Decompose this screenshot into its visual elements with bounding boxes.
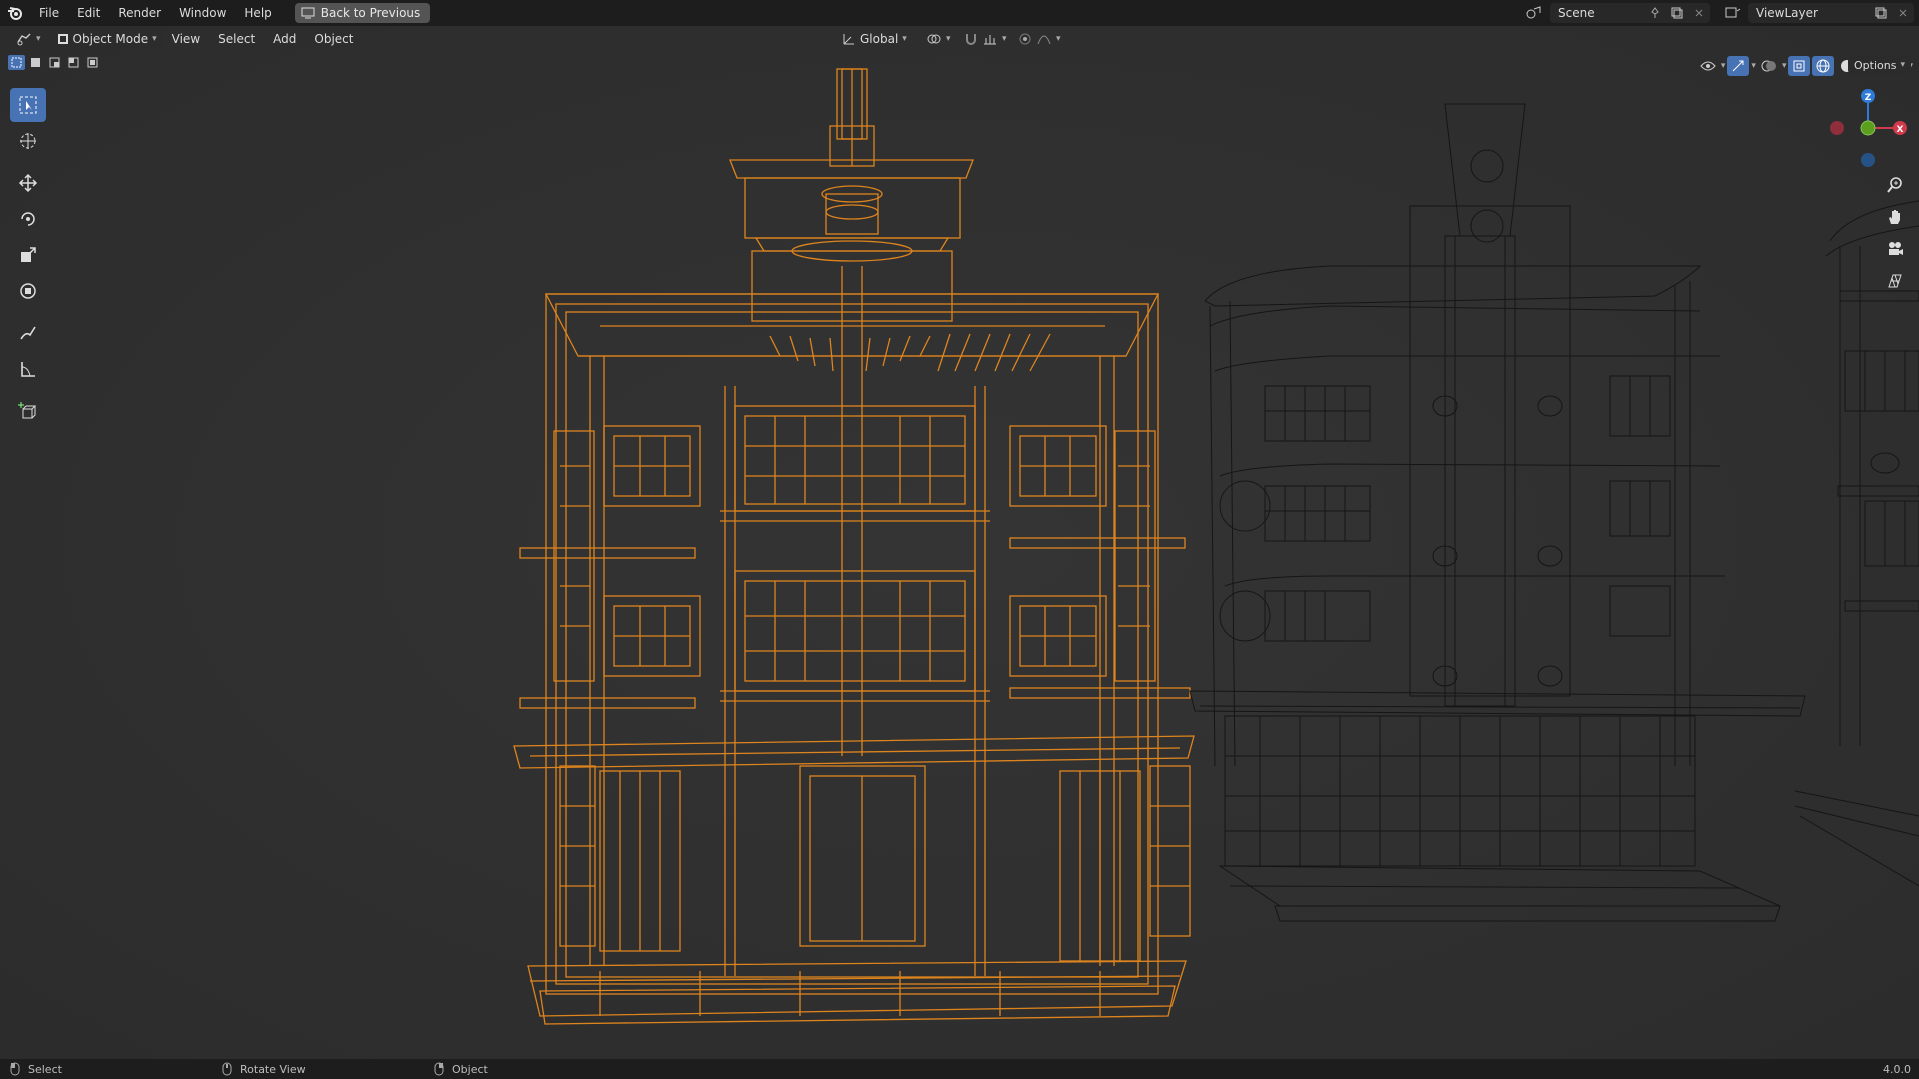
version-label: 4.0.0 [1883, 1062, 1911, 1076]
object-mode-label: Object Mode [72, 32, 149, 46]
status-bar: Select Rotate View Object 4.0.0 [0, 1059, 1919, 1079]
snap-grid-icon [984, 35, 996, 45]
view-layer-icon[interactable] [1722, 3, 1744, 23]
gizmo-z-label: Z [1865, 93, 1872, 103]
rotate-tool-icon[interactable] [10, 202, 46, 236]
shading-wireframe-icon[interactable] [1812, 56, 1835, 76]
new-scene-icon[interactable] [1666, 3, 1688, 23]
menu-render[interactable]: Render [109, 2, 170, 24]
chevron-down-icon: ▾ [902, 34, 907, 44]
gizmo-toggle-icon[interactable] [1727, 56, 1750, 76]
status-select: Select [10, 1062, 62, 1076]
view-layer-field[interactable]: ViewLayer [1748, 3, 1914, 23]
menu-file[interactable]: File [30, 2, 68, 24]
select-extend-icon[interactable] [27, 55, 44, 70]
options-dropdown[interactable]: Options ▾ [1848, 56, 1911, 74]
object-mode-icon [57, 34, 68, 44]
camera-view-icon[interactable] [1882, 236, 1908, 262]
editor-type-dropdown[interactable]: ▾ [10, 29, 47, 49]
magnet-icon [966, 34, 976, 45]
options-label: Options [1854, 58, 1897, 72]
ortho-grid-icon[interactable] [1882, 268, 1908, 294]
pin-icon[interactable] [1644, 3, 1666, 23]
scene-name: Scene [1558, 6, 1595, 20]
menu-view[interactable]: View [163, 32, 209, 46]
selection-mode-buttons [8, 55, 101, 70]
mouse-right-icon [434, 1062, 444, 1076]
snapping-controls[interactable]: ▾ [958, 29, 1013, 49]
status-rotate-label: Rotate View [240, 1062, 306, 1076]
menu-help[interactable]: Help [235, 2, 280, 24]
gizmo-x-label: X [1897, 125, 1904, 135]
chevron-down-icon: ▾ [36, 34, 41, 44]
xray-toggle-icon[interactable] [1788, 56, 1811, 76]
chevron-down-icon: ▾ [1900, 60, 1905, 70]
select-intersect-icon[interactable] [84, 55, 101, 70]
tool-shelf [10, 88, 46, 430]
menu-edit[interactable]: Edit [68, 2, 109, 24]
status-object-label: Object [452, 1062, 488, 1076]
status-object: Object [434, 1062, 488, 1076]
version-info: 4.0.0 [1883, 1063, 1911, 1076]
scale-tool-icon[interactable] [10, 238, 46, 272]
pivot-point-dropdown[interactable]: ▾ [920, 29, 957, 49]
transform-orientation-dropdown[interactable]: Global ▾ [836, 29, 913, 49]
move-tool-icon[interactable] [10, 166, 46, 200]
object-mode-dropdown[interactable]: Object Mode ▾ [50, 29, 163, 49]
measure-tool-icon[interactable] [10, 352, 46, 386]
add-cube-tool-icon[interactable] [10, 394, 46, 428]
select-invert-icon[interactable] [65, 55, 82, 70]
3d-viewport[interactable] [0, 26, 1919, 1059]
pivot-icon [927, 34, 941, 44]
delete-view-layer-icon[interactable] [1892, 3, 1914, 23]
cursor-tool-icon[interactable] [10, 124, 46, 158]
view-layer-name: ViewLayer [1756, 6, 1818, 20]
navigation-buttons [1882, 172, 1908, 294]
menu-select[interactable]: Select [209, 32, 264, 46]
scene-selector-icon[interactable] [1524, 3, 1546, 23]
mouse-middle-icon [222, 1062, 232, 1076]
transform-orientation-label: Global [860, 32, 899, 46]
pan-hand-icon[interactable] [1882, 204, 1908, 230]
delete-scene-icon[interactable] [1688, 3, 1710, 23]
select-new-icon[interactable] [8, 55, 25, 70]
3d-viewport-icon [17, 33, 31, 46]
transform-tool-icon[interactable] [10, 274, 46, 308]
scene-field[interactable]: Scene [1550, 3, 1710, 23]
top-menu-bar: File Edit Render Window Help Back to Pre… [0, 0, 1919, 26]
new-view-layer-icon[interactable] [1870, 3, 1892, 23]
menu-window[interactable]: Window [170, 2, 235, 24]
overlays-icon[interactable] [1758, 56, 1780, 76]
viewport-header: ▾ Object Mode ▾ View Select Add Object G… [0, 27, 1919, 76]
menu-add[interactable]: Add [264, 32, 305, 46]
falloff-icon [1037, 35, 1051, 45]
select-box-tool-icon[interactable] [10, 88, 46, 122]
select-subtract-icon[interactable] [46, 55, 63, 70]
screen-icon [301, 7, 315, 19]
back-to-previous-label: Back to Previous [320, 6, 421, 20]
axis-icon [843, 34, 854, 45]
status-select-label: Select [28, 1062, 62, 1076]
visibility-eye-icon[interactable] [1697, 56, 1719, 76]
navigation-gizmo[interactable]: Z X [1820, 84, 1910, 174]
status-rotate: Rotate View [222, 1062, 306, 1076]
annotate-tool-icon[interactable] [10, 316, 46, 350]
blender-logo-icon[interactable] [0, 0, 30, 26]
wireframe-scene [0, 26, 1919, 1059]
zoom-icon[interactable] [1882, 172, 1908, 198]
chevron-down-icon: ▾ [152, 34, 157, 44]
mouse-left-icon [10, 1062, 20, 1076]
proportional-editing[interactable]: ▾ [1012, 29, 1067, 49]
menu-object[interactable]: Object [305, 32, 362, 46]
proportional-edit-icon [1019, 33, 1031, 45]
back-to-previous-button[interactable]: Back to Previous [294, 3, 431, 23]
